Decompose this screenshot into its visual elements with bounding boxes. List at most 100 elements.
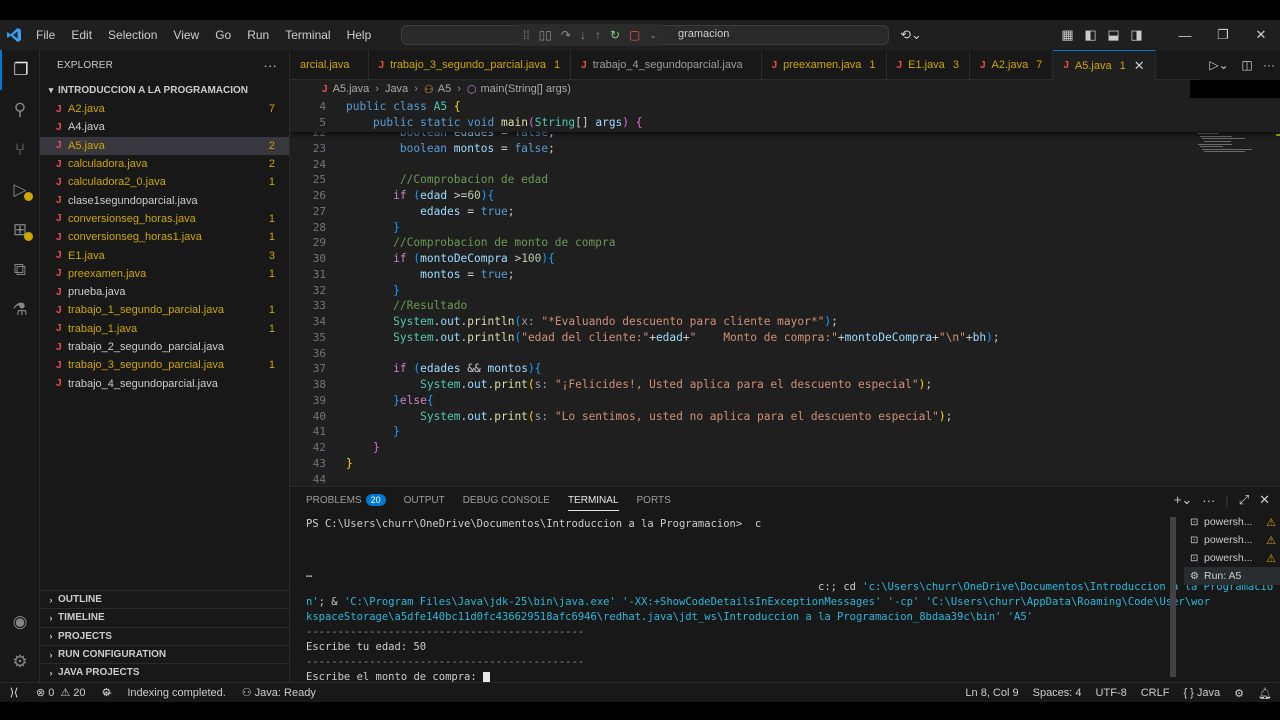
close-window-icon[interactable]: ✕: [1242, 27, 1280, 43]
menu-item-run[interactable]: Run: [239, 20, 277, 50]
editor-tab[interactable]: arcial.java: [290, 50, 369, 80]
customize-layout-icon[interactable]: ▦: [1056, 27, 1079, 43]
step-over-icon[interactable]: ↷: [561, 28, 571, 42]
testing-icon[interactable]: ⚗: [0, 290, 40, 330]
stop-icon[interactable]: ▢: [629, 28, 640, 42]
language-mode[interactable]: { } Java: [1183, 687, 1220, 699]
restore-icon[interactable]: ❐: [1204, 27, 1242, 43]
run-debug-icon[interactable]: ▷: [0, 170, 40, 210]
toggle-sidebar-icon[interactable]: ◧: [1079, 27, 1102, 43]
panel-tab-output[interactable]: OUTPUT: [404, 487, 445, 513]
terminal-instance[interactable]: ⊡ powersh... ⚠: [1184, 513, 1280, 531]
split-editor-icon[interactable]: ◫: [1236, 58, 1258, 72]
menu-item-help[interactable]: Help: [339, 20, 380, 50]
menu-item-file[interactable]: File: [28, 20, 63, 50]
editor-tab[interactable]: J A2.java 7: [970, 50, 1054, 80]
accounts-icon[interactable]: ◉: [0, 602, 40, 642]
more-actions-icon[interactable]: ···: [263, 58, 277, 73]
problems-status[interactable]: ⊗ 0 ⚠ 20: [36, 686, 85, 700]
terminal-scrollbar[interactable]: [1170, 517, 1176, 677]
indexing-status[interactable]: Indexing completed.: [127, 687, 225, 699]
end-of-line[interactable]: CRLF: [1141, 687, 1170, 699]
minimize-icon[interactable]: —: [1166, 28, 1204, 43]
file-item[interactable]: Jconversionseg_horas1.java 1: [40, 228, 289, 246]
breadcrumb-file[interactable]: A5.java: [333, 83, 370, 95]
editor-tab[interactable]: J A5.java 1 ✕: [1053, 50, 1156, 80]
file-item[interactable]: Jtrabajo_2_segundo_parcial.java: [40, 338, 289, 356]
toggle-panel-icon[interactable]: ⬓: [1102, 27, 1125, 43]
more-actions-icon[interactable]: ···: [1258, 58, 1280, 72]
config-icon[interactable]: ⚙̶: [101, 686, 111, 699]
extensions-icon[interactable]: ⊞: [0, 210, 40, 250]
section-timeline[interactable]: › TIMELINE: [40, 608, 289, 626]
copilot-icon[interactable]: ⟲⌄: [896, 27, 926, 43]
menu-item-view[interactable]: View: [165, 20, 207, 50]
menu-item-selection[interactable]: Selection: [100, 20, 165, 50]
step-out-icon[interactable]: ↑: [595, 28, 601, 42]
menu-item-go[interactable]: Go: [207, 20, 239, 50]
explorer-icon[interactable]: ❐: [0, 50, 40, 90]
close-panel-icon[interactable]: ✕: [1259, 492, 1270, 508]
manage-gear-icon[interactable]: ⚙: [0, 642, 40, 682]
file-item[interactable]: J A2.java 7: [40, 100, 289, 118]
pause-icon[interactable]: ▯▯: [539, 28, 552, 42]
search-icon[interactable]: ⚲: [0, 90, 40, 130]
file-item[interactable]: Jclase1segundoparcial.java: [40, 191, 289, 209]
file-item[interactable]: J A4.java: [40, 118, 289, 136]
restart-icon[interactable]: ↻: [610, 28, 620, 42]
maximize-panel-icon[interactable]: ⤢: [1239, 492, 1249, 508]
encoding[interactable]: UTF-8: [1096, 687, 1127, 699]
panel-tab-debug-console[interactable]: DEBUG CONSOLE: [463, 487, 550, 513]
notifications-icon[interactable]: 🔔︎: [1258, 687, 1272, 700]
section-run-configuration[interactable]: › RUN CONFIGURATION: [40, 644, 289, 663]
folder-header[interactable]: ▾ INTRODUCCION A LA PROGRAMACION: [40, 80, 289, 100]
indentation[interactable]: Spaces: 4: [1033, 687, 1082, 699]
menu-item-edit[interactable]: Edit: [63, 20, 100, 50]
file-item[interactable]: J A5.java 2: [40, 136, 289, 155]
editor-tab[interactable]: Jpreexamen.java 1: [762, 50, 887, 80]
file-item[interactable]: Jconversionseg_horas.java 1: [40, 210, 289, 228]
file-item[interactable]: Jtrabajo_3_segundo_parcial.java 1: [40, 356, 289, 374]
editor-tab[interactable]: Jtrabajo_3_segundo_parcial.java 1: [369, 50, 572, 80]
drag-handle-icon[interactable]: ⁞⁞: [523, 28, 530, 42]
file-item[interactable]: Jtrabajo_1_segundo_parcial.java 1: [40, 301, 289, 319]
section-projects[interactable]: › PROJECTS: [40, 626, 289, 645]
toggle-secondary-sidebar-icon[interactable]: ◨: [1125, 27, 1148, 43]
more-actions-icon[interactable]: ···: [1202, 493, 1215, 508]
file-item[interactable]: Jcalculadora.java 2: [40, 155, 289, 173]
step-into-icon[interactable]: ↓: [580, 28, 586, 42]
panel-tab-ports[interactable]: PORTS: [637, 487, 671, 513]
menu-item-terminal[interactable]: Terminal: [277, 20, 338, 50]
remote-icon[interactable]: ⟩⟨: [0, 683, 28, 703]
source-control-icon[interactable]: ⑂: [0, 130, 40, 170]
file-item[interactable]: J E1.java 3: [40, 246, 289, 264]
minimap[interactable]: [1190, 98, 1280, 486]
breadcrumb-method[interactable]: main(String[] args): [480, 83, 570, 95]
file-item[interactable]: Jprueba.java: [40, 283, 289, 301]
more-chevron-icon[interactable]: ⌄: [649, 30, 657, 41]
cursor-position[interactable]: Ln 8, Col 9: [965, 687, 1018, 699]
breadcrumb-class[interactable]: A5: [438, 83, 451, 95]
file-item[interactable]: Jpreexamen.java 1: [40, 265, 289, 283]
section-java-projects[interactable]: › JAVA PROJECTS: [40, 663, 289, 681]
new-terminal-icon[interactable]: +⌄: [1174, 492, 1192, 508]
sticky-scroll[interactable]: 4 public class A5 {5 public static void m…: [290, 98, 1280, 132]
file-item[interactable]: Jtrabajo_4_segundoparcial.java: [40, 374, 289, 392]
file-item[interactable]: Jtrabajo_1.java 1: [40, 320, 289, 338]
terminal-instance[interactable]: ⚙ Run: A5: [1184, 567, 1280, 585]
close-tab-icon[interactable]: ✕: [1134, 58, 1145, 74]
remote-explorer-icon[interactable]: ⧉: [0, 250, 40, 290]
run-icon[interactable]: ▷⌄: [1208, 58, 1230, 72]
panel-tab-terminal[interactable]: TERMINAL: [567, 487, 619, 513]
java-status[interactable]: ⚇ Java: Ready: [242, 686, 316, 700]
terminal-instance[interactable]: ⊡ powersh... ⚠: [1184, 531, 1280, 549]
settings-sync-icon[interactable]: ⚙: [1234, 687, 1244, 700]
file-item[interactable]: Jcalculadora2_0.java 1: [40, 173, 289, 191]
breadcrumb-java[interactable]: Java: [385, 83, 408, 95]
editor-tab[interactable]: Jtrabajo_4_segundoparcial.java: [571, 50, 762, 80]
panel-tab-problems[interactable]: PROBLEMS 20: [306, 487, 386, 513]
terminal-instance[interactable]: ⊡ powersh... ⚠: [1184, 549, 1280, 567]
editor-tab[interactable]: J E1.java 3: [887, 50, 970, 80]
section-outline[interactable]: › OUTLINE: [40, 590, 289, 608]
code-editor[interactable]: 4 public class A5 {5 public static void m…: [290, 98, 1280, 486]
